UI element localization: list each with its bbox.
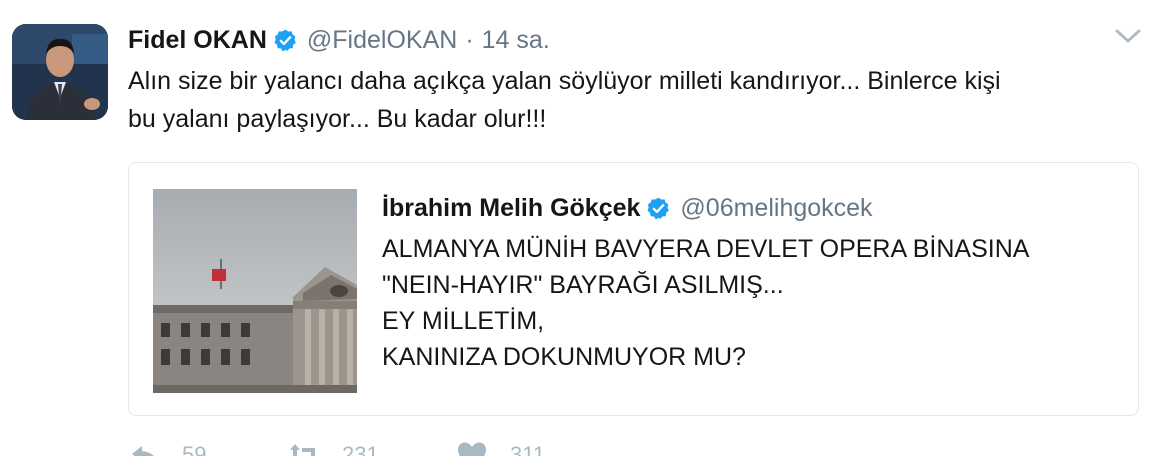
quoted-text-line: EY MİLLETİM, [382, 307, 545, 335]
quoted-text-line: "NEIN-HAYIR" BAYRAĞI ASILMIŞ... [382, 271, 784, 299]
quoted-text-line: ALMANYA MÜNİH BAVYERA DEVLET OPERA BİNAS… [382, 235, 1030, 263]
quoted-author-handle[interactable]: @06melihgokcek [680, 194, 872, 223]
opera-building-photo[interactable] [153, 189, 357, 393]
verified-badge-icon [646, 196, 671, 221]
avatar-photo [12, 24, 108, 120]
tweet: Fidel OKAN @FidelOKAN · 14 sa. Alın size… [0, 0, 1168, 456]
like-count: 311 [510, 442, 546, 456]
author-name[interactable]: Fidel OKAN [128, 26, 267, 55]
retweet-count: 231 [342, 442, 379, 456]
tweet-text-line: Alın size bir yalancı daha açıkça yalan … [128, 67, 1001, 95]
quoted-tweet-text: ALMANYA MÜNİH BAVYERA DEVLET OPERA BİNAS… [382, 231, 1122, 375]
reply-button[interactable]: 59 [128, 440, 288, 456]
author-handle[interactable]: @FidelOKAN [307, 26, 457, 55]
timestamp[interactable]: 14 sa. [482, 26, 550, 55]
quoted-tweet-header: İbrahim Melih Gökçek @06melihgokcek [382, 191, 873, 225]
quoted-tweet[interactable]: İbrahim Melih Gökçek @06melihgokcek ALMA… [128, 162, 1139, 416]
verified-badge-icon [273, 28, 298, 53]
retweet-button[interactable]: 231 [288, 440, 456, 456]
quoted-text-line: KANINIZA DOKUNMUYOR MU? [382, 343, 746, 371]
tweet-header: Fidel OKAN @FidelOKAN · 14 sa. [128, 24, 550, 56]
reply-count: 59 [182, 442, 207, 456]
tweet-actions: 59 231 311 [128, 440, 616, 456]
tweet-text-line: bu yalanı paylaşıyor... Bu kadar olur!!! [128, 105, 547, 133]
heart-icon [458, 442, 486, 456]
avatar[interactable] [12, 24, 108, 120]
tweet-text: Alın size bir yalancı daha açıkça yalan … [128, 62, 1138, 138]
chevron-down-icon[interactable] [1114, 26, 1142, 46]
separator-dot: · [465, 25, 474, 54]
quoted-author-name[interactable]: İbrahim Melih Gökçek [382, 194, 640, 223]
reply-icon [132, 446, 154, 456]
like-button[interactable]: 311 [456, 440, 616, 456]
retweet-icon [290, 444, 315, 456]
